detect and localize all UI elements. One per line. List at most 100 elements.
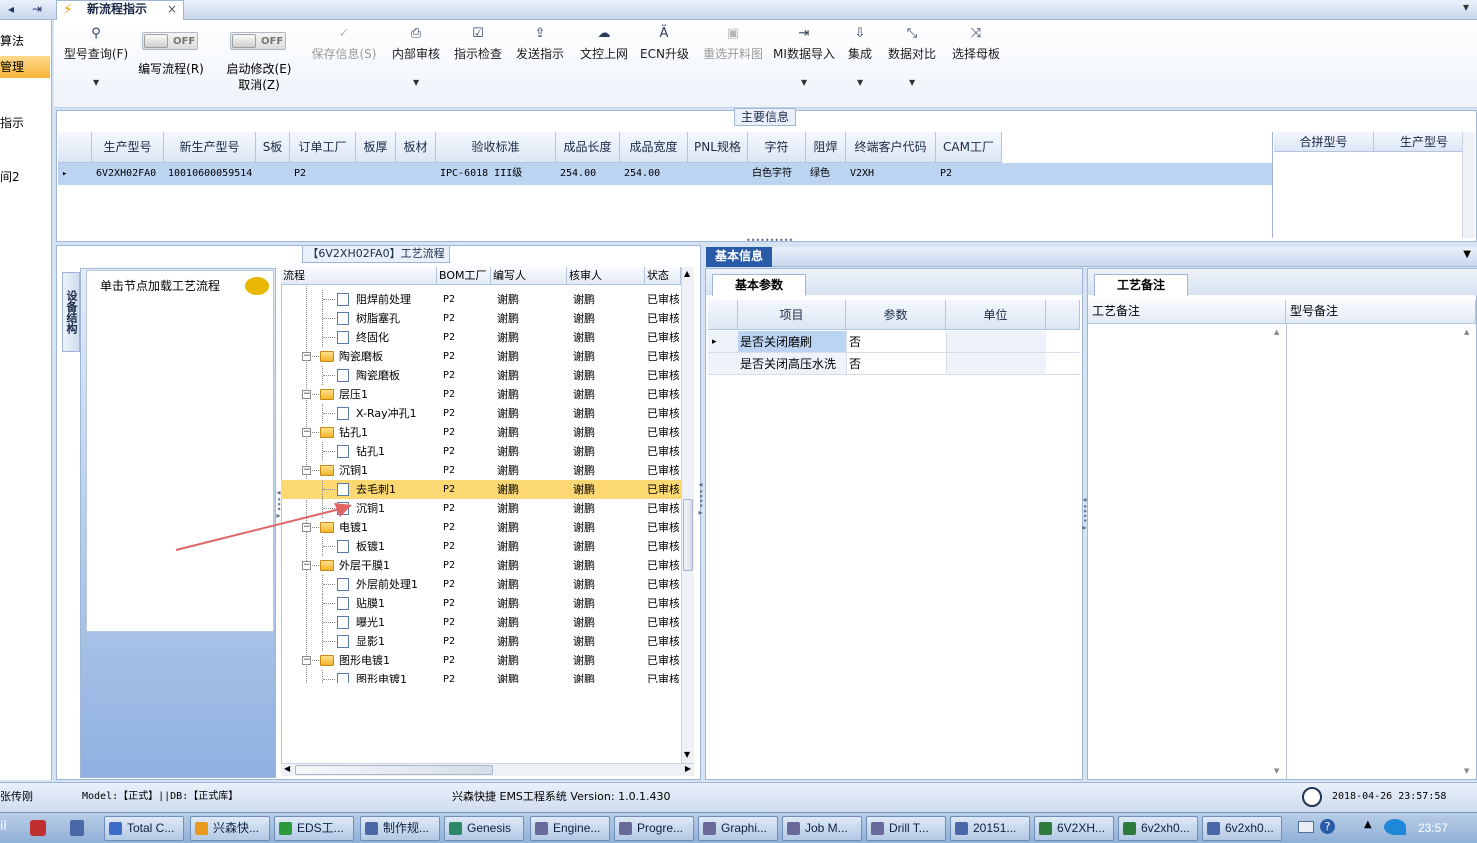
taskbar-button[interactable]: Job M... [782,816,862,841]
taskbar-button[interactable]: 6V2XH... [1034,816,1114,841]
tab-basic-info[interactable]: 基本信息 [706,247,772,267]
column-header[interactable]: CAM工厂 [936,132,1002,163]
column-header[interactable]: 订单工厂 [290,132,356,163]
column-header[interactable]: 板材 [396,132,436,163]
table-row[interactable]: ▸ 6V2XH02FA0 10010600059514 P2 IPC-6018 III级… [58,163,1272,185]
column-header[interactable]: 板厚 [356,132,396,163]
taskbar-button[interactable]: 20151... [950,816,1030,841]
column-header[interactable]: 成品宽度 [620,132,688,163]
ribbon-button[interactable]: ⇪ 发送指示 [514,26,566,62]
tree-row[interactable]: 钻孔1 P2 谢鹏 谢鹏 已审核 [281,442,681,461]
table-cell[interactable]: P2 [936,163,1002,185]
scroll-thumb[interactable] [295,765,493,775]
keyboard-icon[interactable] [1298,821,1314,833]
column-header[interactable]: 阻焊 [806,132,846,163]
column-header[interactable]: 项目 [738,300,846,330]
table-cell[interactable]: V2XH [846,163,936,185]
tree-row[interactable]: 树脂塞孔 P2 谢鹏 谢鹏 已审核 [281,309,681,328]
ribbon-button[interactable]: ▣ 重选开料图 [700,26,766,62]
tree-row[interactable]: 曝光1 P2 谢鹏 谢鹏 已审核 [281,613,681,632]
help-icon[interactable]: ? [1320,819,1335,834]
chevron-down-icon[interactable]: ▼ [857,78,863,87]
tree-row[interactable]: 陶瓷磨板 P2 谢鹏 谢鹏 已审核 [281,366,681,385]
flow-vertical-scrollbar[interactable]: ▲ ▼ [681,267,694,763]
tree-row[interactable]: 贴膜1 P2 谢鹏 谢鹏 已审核 [281,594,681,613]
toggle-switch[interactable]: OFF [142,32,198,50]
ribbon-button[interactable]: ☁ 文控上网 [578,26,630,62]
ribbon-button[interactable]: ⤡ 数据对比 ▼ [886,26,938,87]
ribbon-button[interactable]: ☑ 指示检查 [452,26,504,62]
table-cell[interactable] [256,163,290,185]
table-cell[interactable] [356,163,396,185]
tray-app-icon[interactable] [1384,819,1406,835]
column-header[interactable]: 型号备注 [1286,300,1476,324]
taskbar-button[interactable]: 兴森快... [190,816,270,841]
taskbar-button[interactable]: Graphi... [698,816,778,841]
taskbar-button[interactable]: Engine... [530,816,610,841]
tree-row[interactable]: 终固化 P2 谢鹏 谢鹏 已审核 [281,328,681,347]
table-cell[interactable]: P2 [290,163,356,185]
table-cell[interactable]: 6V2XH02FA0 [92,163,164,185]
vertical-splitter-grip[interactable]: ◂•••▸ [274,488,283,520]
taskbar-button[interactable]: Genesis [444,816,524,841]
taskbar-button[interactable]: 6v2xh0... [1202,816,1282,841]
structure-tree[interactable]: 单击节点加载工艺流程 [86,270,274,632]
tree-row[interactable]: − 图形电镀1 P2 谢鹏 谢鹏 已审核 [281,651,681,670]
row-selector[interactable] [708,353,738,374]
ribbon-button[interactable]: ✓ 保存信息(S) [308,26,380,62]
main-info-scrollbar[interactable] [1462,132,1475,238]
taskbar-button[interactable]: EDS工... [274,816,354,841]
column-header[interactable]: 合拼型号 [1274,132,1374,152]
table-cell[interactable]: 10010600059514 [164,163,256,185]
tab-basic-params[interactable]: 基本参数 [712,274,806,296]
horizontal-splitter-grip[interactable]: •••••••••• [746,237,793,245]
column-header[interactable]: 验收标准 [436,132,556,163]
chevron-down-icon[interactable]: ▼ [413,78,419,87]
column-header[interactable]: 编写人 [491,267,567,285]
tree-row[interactable]: 阻焊前处理 P2 谢鹏 谢鹏 已审核 [281,290,681,309]
collapse-icon[interactable]: − [302,466,311,475]
flow-horizontal-scrollbar[interactable]: ◀ ▶ [281,763,694,776]
table-cell[interactable]: 254.00 [620,163,688,185]
collapse-icon[interactable]: − [302,428,311,437]
table-row[interactable]: ▸ 是否关闭磨刷否 [708,331,1080,353]
table-cell[interactable]: 254.00 [556,163,620,185]
column-header[interactable]: 核审人 [567,267,645,285]
vertical-splitter-grip[interactable]: ◂••••▸ [1080,495,1089,532]
column-header[interactable]: BOM工厂 [437,267,491,285]
chevron-down-icon[interactable]: ▼ [801,78,807,87]
toggle-sublabel[interactable]: 取消(Z) [224,76,294,93]
column-header[interactable]: 参数 [846,300,946,330]
row-selector[interactable]: ▸ [708,331,738,352]
tree-row[interactable]: 显影1 P2 谢鹏 谢鹏 已审核 [281,632,681,651]
app-icon[interactable] [30,820,46,836]
param-value[interactable]: 否 [846,353,946,374]
column-header[interactable]: 生产型号 [1374,132,1475,152]
vertical-splitter-grip[interactable]: ◂••••▸ [696,480,705,517]
document-tab[interactable]: ⚡ 新流程指示 × [56,0,184,20]
process-notes-scrollbar[interactable]: ▲ ▼ [1272,324,1285,779]
tree-row[interactable]: − 陶瓷磨板 P2 谢鹏 谢鹏 已审核 [281,347,681,366]
sidebar-item[interactable]: 管理 [0,56,50,78]
close-icon[interactable]: × [167,1,177,18]
chevron-down-icon[interactable]: ▼ [93,78,99,87]
collapse-icon[interactable]: − [302,352,311,361]
column-header[interactable]: 流程 [281,267,437,285]
ribbon-button[interactable]: ⇥ MI数据导入 ▼ [772,26,836,87]
scroll-up-icon[interactable]: ▲ [684,269,690,278]
column-header[interactable]: 成品长度 [556,132,620,163]
scroll-left-icon[interactable]: ◀ [284,764,290,773]
dropdown-icon[interactable]: ▼ [1463,249,1471,260]
table-cell[interactable]: 绿色 [806,163,846,185]
taskbar-button[interactable]: 制作规... [360,816,440,841]
ribbon-button[interactable]: Ä ECN升级 [640,26,689,62]
sidebar-item[interactable]: 算法 [0,30,50,52]
column-header[interactable]: 字符 [748,132,806,163]
tree-row[interactable]: 外层前处理1 P2 谢鹏 谢鹏 已审核 [281,575,681,594]
table-cell[interactable] [688,163,748,185]
collapse-icon[interactable]: − [302,656,311,665]
column-header[interactable]: S板 [256,132,290,163]
exit-icon[interactable]: ⇥ [26,0,48,18]
app-icon[interactable] [70,820,84,836]
back-icon[interactable]: ◂ [0,0,22,18]
